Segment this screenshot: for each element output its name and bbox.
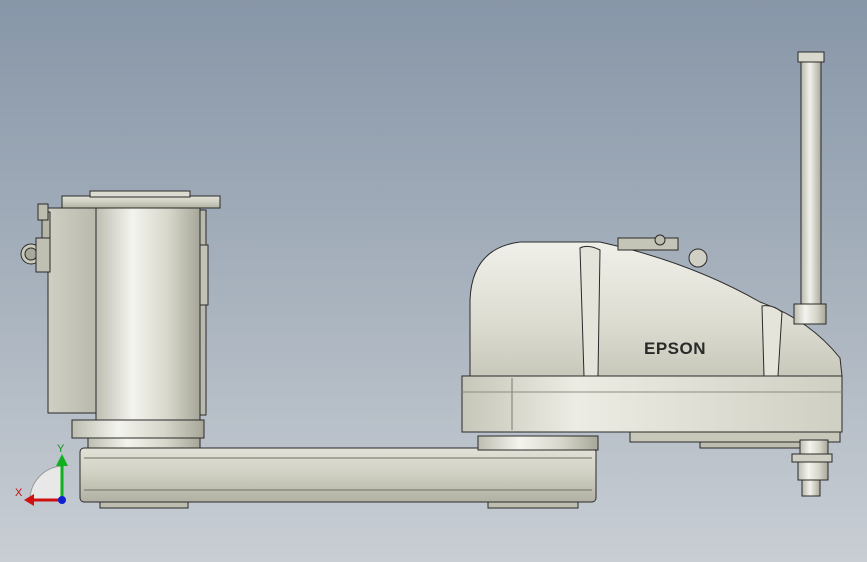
axis-triad: X Y (15, 443, 68, 506)
x-axis-label: X (15, 487, 23, 499)
cad-viewport[interactable]: EPSON X Y (0, 0, 867, 562)
y-axis-label: Y (57, 443, 65, 455)
z-axis-dot (58, 496, 66, 504)
base-column[interactable] (20, 190, 221, 449)
brand-label: EPSON (644, 339, 706, 358)
robot-model[interactable]: EPSON X Y (0, 0, 867, 562)
